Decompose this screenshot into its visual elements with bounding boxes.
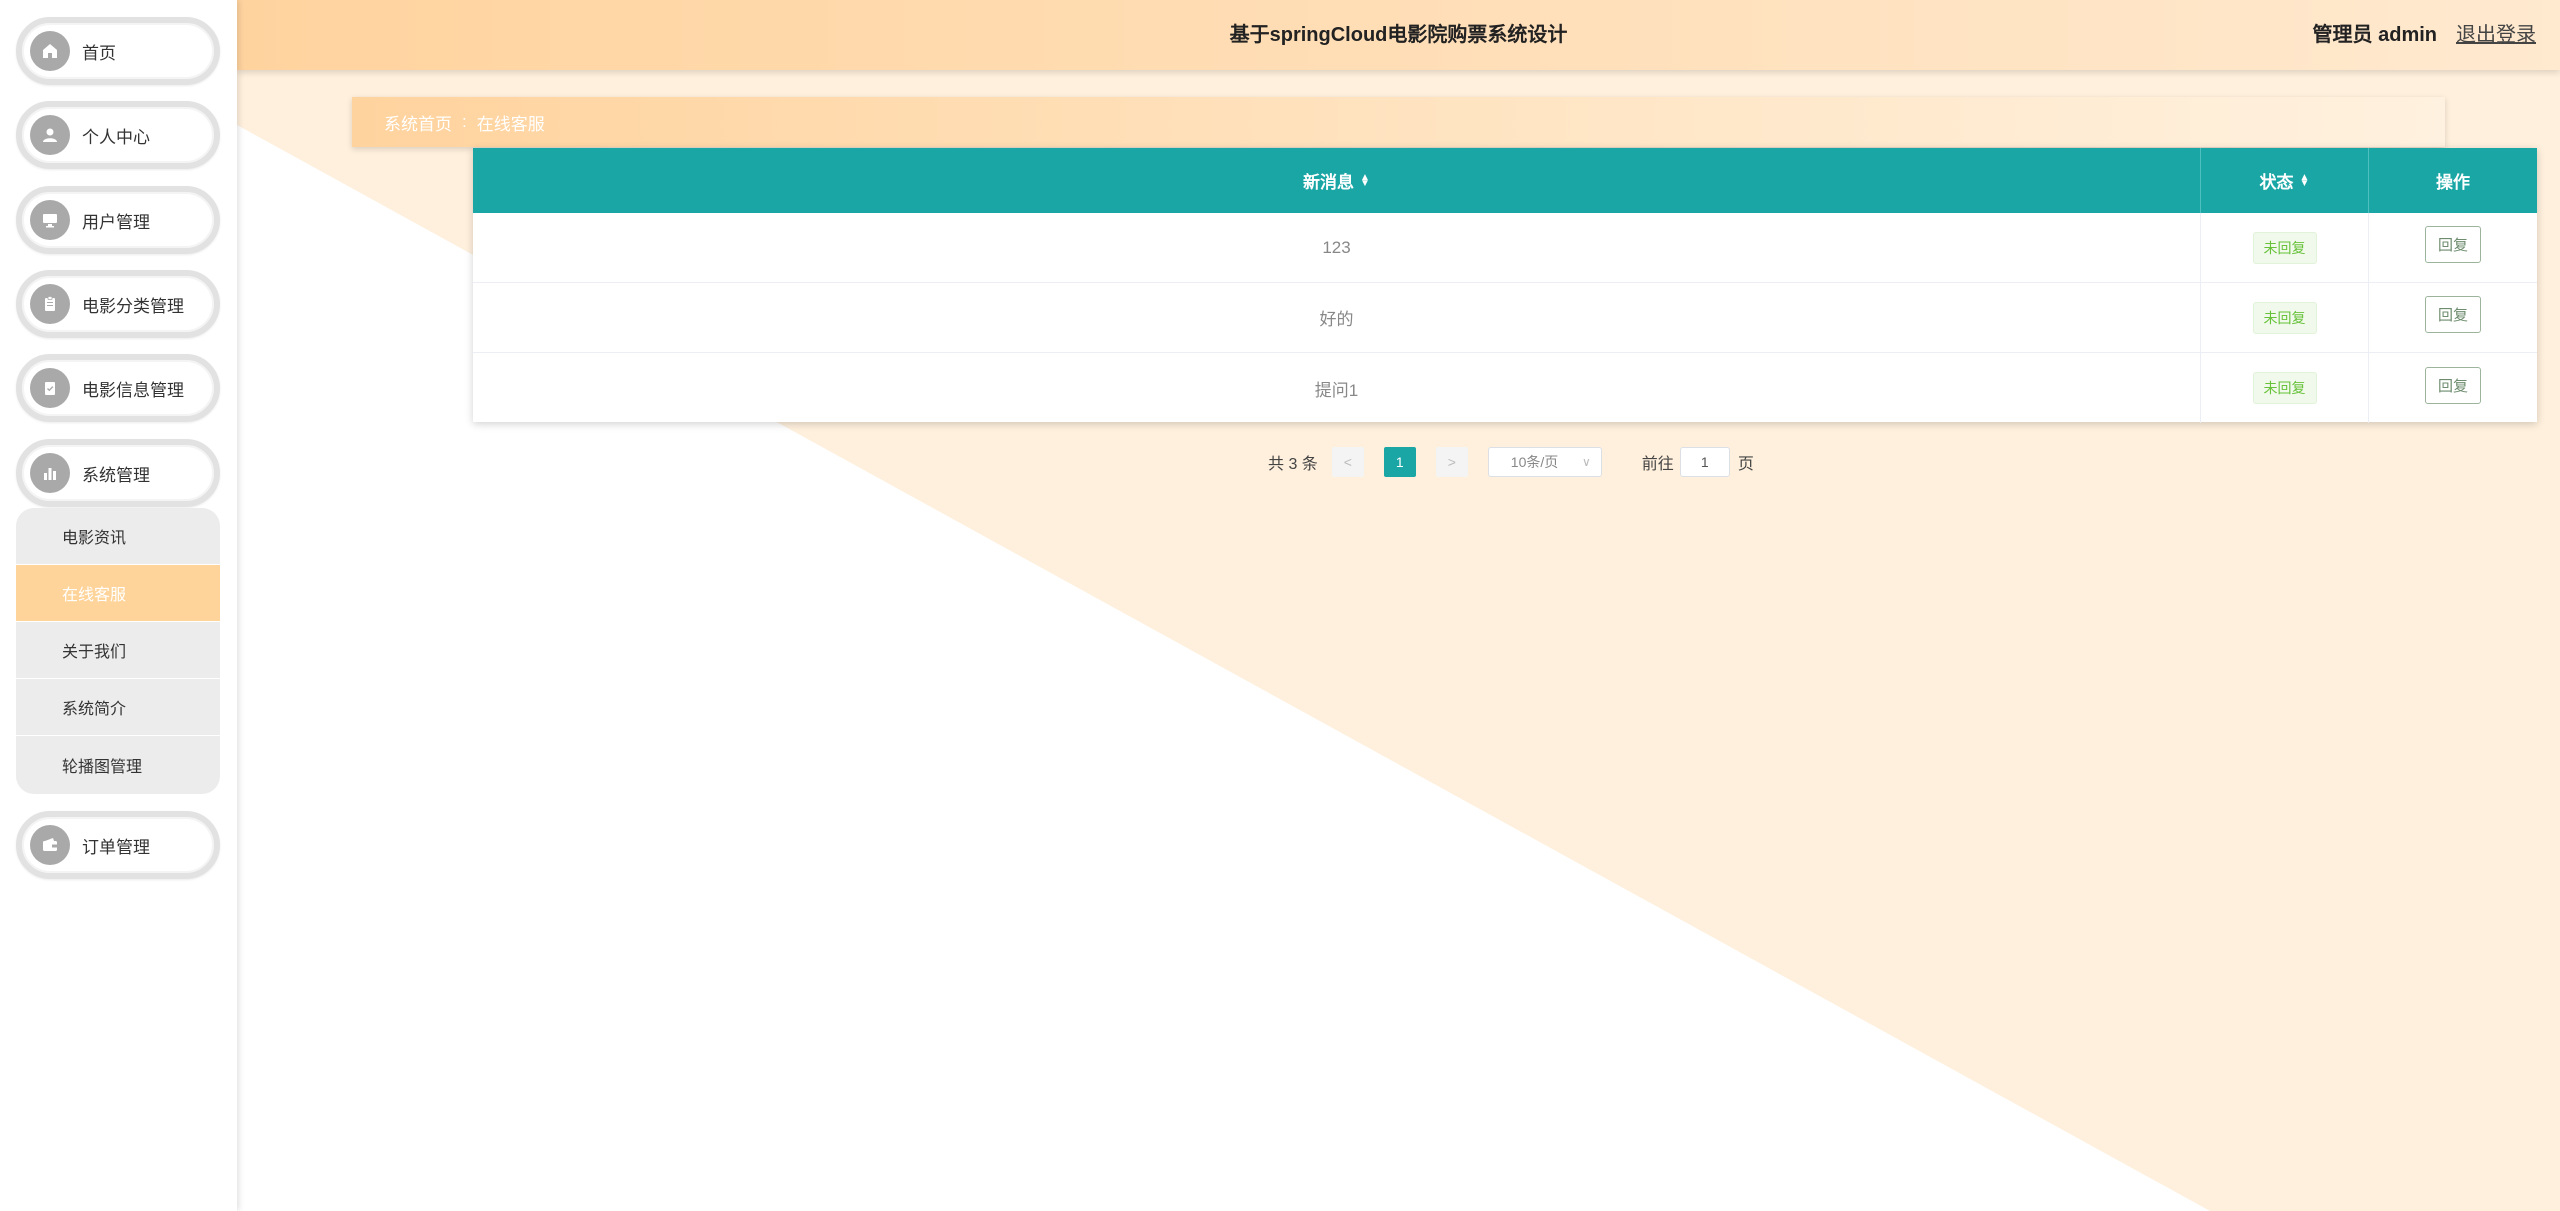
wallet-icon <box>30 825 70 865</box>
pagination-total: 共 3 条 <box>1268 456 1318 473</box>
sidebar-item-label: 首页 <box>82 43 116 63</box>
status-cell: 未回复 <box>2201 283 2369 352</box>
message-cell: 好的 <box>473 283 2201 352</box>
column-header-status[interactable]: 状态 ▲ ▼ <box>2201 148 2369 213</box>
sidebar-item-users[interactable]: 用户管理 <box>16 186 220 254</box>
next-page-button[interactable]: > <box>1435 447 1468 477</box>
sidebar-item-label: 电影信息管理 <box>82 380 184 400</box>
pagination: 共 3 条 < 1 > 10条/页∨ 前往 页 <box>1268 446 1754 478</box>
current-user: 管理员 admin <box>2312 24 2437 46</box>
message-cell: 123 <box>473 213 2201 282</box>
prev-page-button[interactable]: < <box>1331 447 1364 477</box>
sidebar-item-label: 订单管理 <box>82 837 150 857</box>
status-cell: 未回复 <box>2201 213 2369 282</box>
page-size-select[interactable]: 10条/页 ∨ <box>1487 447 1602 477</box>
column-header-action: 操作 <box>2436 173 2470 192</box>
monitor-icon <box>30 200 70 240</box>
page-number[interactable]: 1 <box>1383 447 1416 477</box>
sidebar-item-home[interactable]: 首页 <box>16 17 220 85</box>
sidebar-item-movie-info[interactable]: 电影信息管理 <box>16 354 220 422</box>
breadcrumb-current: 在线客服 <box>476 114 545 134</box>
submenu-item-about-us[interactable]: 关于我们 <box>16 622 220 679</box>
system-submenu: 电影资讯 在线客服 关于我们 系统简介 轮播图管理 <box>16 508 220 794</box>
sidebar-item-movie-category[interactable]: 电影分类管理 <box>16 270 220 338</box>
sidebar-item-profile[interactable]: 个人中心 <box>16 101 220 169</box>
table-header: 新消息 ▲ ▼ 状态 ▲ ▼ 操作 <box>473 148 2537 213</box>
sidebar-item-label: 电影分类管理 <box>82 296 184 316</box>
page-suffix: 页 <box>1737 456 1754 473</box>
chart-icon <box>30 453 70 493</box>
submenu-item-carousel[interactable]: 轮播图管理 <box>16 736 220 793</box>
breadcrumb-separator: : <box>462 112 467 131</box>
user-icon <box>30 115 70 155</box>
action-cell: 回复 <box>2369 283 2537 352</box>
sort-icon[interactable]: ▲ ▼ <box>1360 172 1370 188</box>
status-badge: 未回复 <box>2252 301 2317 334</box>
sidebar-item-orders[interactable]: 订单管理 <box>16 811 220 879</box>
sort-icon[interactable]: ▲ ▼ <box>2300 172 2310 188</box>
action-cell: 回复 <box>2369 213 2537 282</box>
messages-table: 新消息 ▲ ▼ 状态 ▲ ▼ 操作 123 未回复 回复 好的 未回复 回复 提问1 未… <box>473 148 2537 423</box>
sidebar-item-label: 个人中心 <box>82 127 150 147</box>
status-badge: 未回复 <box>2252 372 2317 404</box>
submenu-item-system-intro[interactable]: 系统简介 <box>16 679 220 736</box>
submenu-item-online-service[interactable]: 在线客服 <box>16 565 220 622</box>
reply-button[interactable]: 回复 <box>2424 366 2481 404</box>
home-icon <box>30 31 70 71</box>
clipboard-icon <box>30 284 70 324</box>
reply-button[interactable]: 回复 <box>2424 296 2481 333</box>
table-row: 123 未回复 回复 <box>473 213 2537 283</box>
breadcrumb: 系统首页 : 在线客服 <box>352 97 2445 147</box>
app-title: 基于springCloud电影院购票系统设计 <box>1229 24 1568 46</box>
table-row: 提问1 未回复 回复 <box>473 353 2537 423</box>
sidebar-item-label: 系统管理 <box>82 465 150 485</box>
table-row: 好的 未回复 回复 <box>473 283 2537 353</box>
message-cell: 提问1 <box>473 353 2201 423</box>
reply-button[interactable]: 回复 <box>2424 226 2481 263</box>
sidebar-item-label: 用户管理 <box>82 212 150 232</box>
status-cell: 未回复 <box>2201 353 2369 423</box>
chevron-down-icon: ∨ <box>1582 455 1591 469</box>
sidebar-item-system[interactable]: 系统管理 <box>16 439 220 507</box>
sidebar: 首页 个人中心 用户管理 电影分类管理 电影信息管理 系统管理 电影资讯 在线客… <box>0 0 237 1211</box>
logout-link[interactable]: 退出登录 <box>2456 0 2536 70</box>
submenu-item-movie-news[interactable]: 电影资讯 <box>16 508 220 565</box>
goto-label: 前往 <box>1641 456 1674 473</box>
action-cell: 回复 <box>2369 353 2537 423</box>
column-header-message[interactable]: 新消息 ▲ ▼ <box>473 148 2201 213</box>
top-header: 基于springCloud电影院购票系统设计 管理员 admin 退出登录 <box>237 0 2560 70</box>
status-badge: 未回复 <box>2252 231 2317 264</box>
breadcrumb-home[interactable]: 系统首页 <box>384 110 452 135</box>
goto-page-input[interactable] <box>1679 447 1730 477</box>
clipboard-check-icon <box>30 368 70 408</box>
